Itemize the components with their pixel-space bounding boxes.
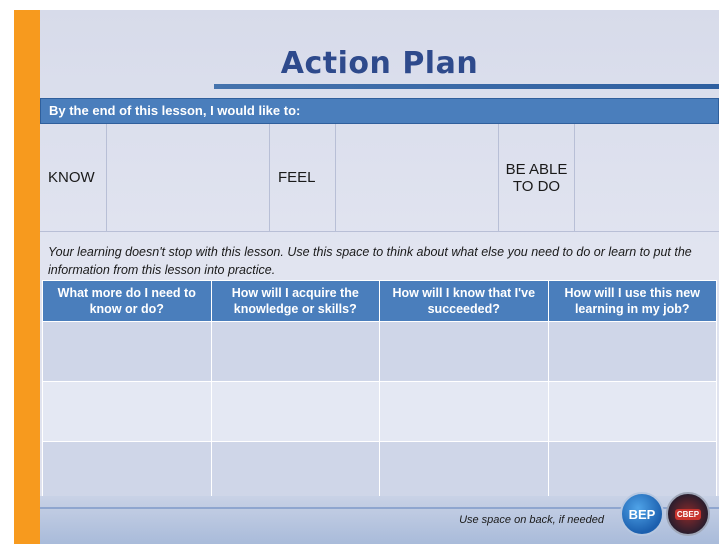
bep-logo-text: BEP bbox=[628, 506, 656, 522]
table-cell[interactable] bbox=[547, 321, 717, 382]
feel-label: FEEL bbox=[270, 124, 336, 231]
column-header: How will I acquire the knowledge or skil… bbox=[210, 280, 380, 322]
table-cell[interactable] bbox=[210, 381, 380, 442]
feel-input-area[interactable] bbox=[336, 124, 499, 231]
slide: Action Plan By the end of this lesson, I… bbox=[14, 10, 719, 544]
intro-bar: By the end of this lesson, I would like … bbox=[40, 98, 719, 124]
table-cell[interactable] bbox=[42, 321, 212, 382]
be-able-input-area[interactable] bbox=[575, 124, 719, 231]
page-title: Action Plan bbox=[280, 46, 479, 81]
title-underline bbox=[214, 84, 719, 89]
action-plan-table: What more do I need to know or do? How w… bbox=[42, 280, 717, 502]
table-cell[interactable] bbox=[379, 381, 549, 442]
cbep-logo-text: CBEP bbox=[674, 508, 702, 520]
footer-divider bbox=[40, 507, 719, 509]
be-able-label-line1: BE ABLE bbox=[505, 160, 568, 178]
table-cell[interactable] bbox=[210, 321, 380, 382]
table-cell[interactable] bbox=[210, 441, 380, 502]
be-able-label-line2: TO DO bbox=[512, 177, 561, 195]
table-row bbox=[42, 321, 717, 382]
goals-row: KNOW FEEL BE ABLE TO DO bbox=[40, 124, 719, 232]
table-row bbox=[42, 381, 717, 442]
bep-logo: BEP bbox=[620, 492, 664, 536]
table-cell[interactable] bbox=[379, 321, 549, 382]
cbep-logo: CBEP bbox=[666, 492, 710, 536]
column-header: What more do I need to know or do? bbox=[42, 280, 212, 322]
footer-band bbox=[40, 496, 719, 544]
instruction-note: Your learning doesn't stop with this les… bbox=[48, 245, 692, 277]
column-header: How will I know that I've succeeded? bbox=[379, 280, 549, 322]
accent-bar bbox=[14, 10, 40, 544]
be-able-label: BE ABLE TO DO bbox=[499, 124, 575, 231]
table-cell[interactable] bbox=[42, 381, 212, 442]
table-cell[interactable] bbox=[379, 441, 549, 502]
footer-note: Use space on back, if needed bbox=[459, 514, 604, 526]
table-row bbox=[42, 441, 717, 502]
table-header-row: What more do I need to know or do? How w… bbox=[42, 280, 717, 322]
know-input-area[interactable] bbox=[107, 124, 270, 231]
table-cell[interactable] bbox=[42, 441, 212, 502]
table-cell[interactable] bbox=[547, 381, 717, 442]
column-header: How will I use this new learning in my j… bbox=[547, 280, 717, 322]
know-label: KNOW bbox=[40, 124, 107, 231]
